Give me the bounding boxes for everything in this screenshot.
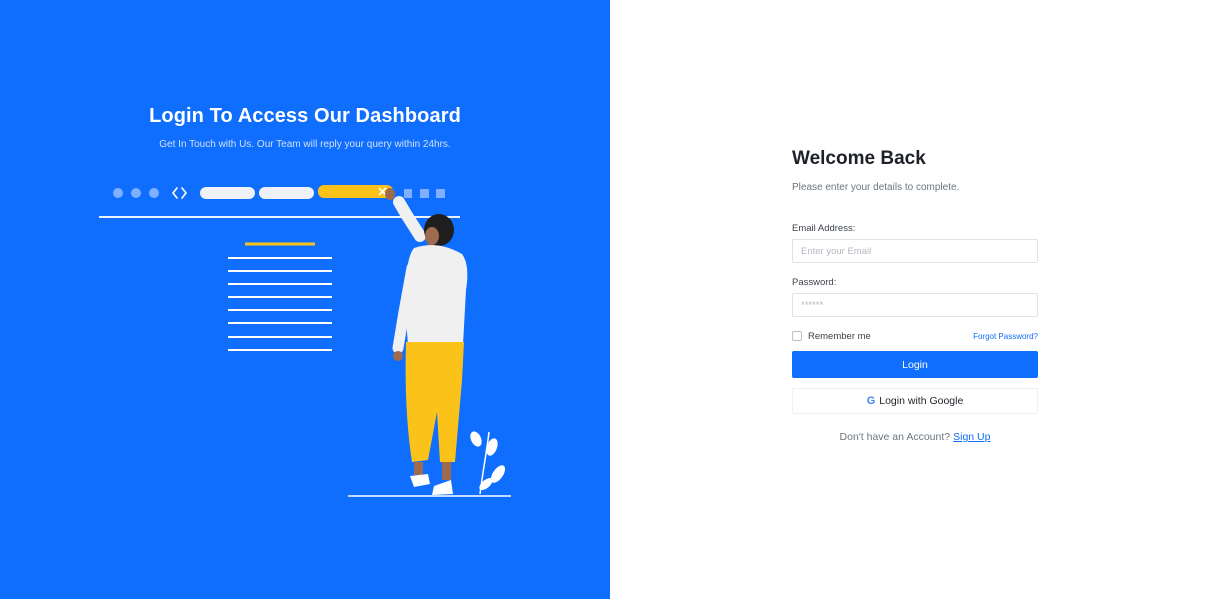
google-login-button[interactable]: G Login with Google	[792, 388, 1038, 414]
forgot-password-link[interactable]: Forgot Password?	[973, 332, 1038, 341]
form-options-row: Remember me Forgot Password?	[792, 330, 1038, 342]
password-label: Password:	[792, 277, 837, 288]
google-login-label: Login with Google	[879, 395, 964, 407]
plant-graphic	[470, 431, 506, 495]
page-subtitle: Please enter your details to complete.	[792, 182, 960, 193]
browser-square	[436, 189, 445, 198]
window-dot	[113, 188, 123, 198]
document-lines-graphic	[228, 242, 332, 351]
person-figure	[385, 188, 468, 495]
browser-square	[404, 189, 412, 198]
code-brackets-icon	[171, 187, 188, 199]
window-dot	[131, 188, 141, 198]
page-title: Welcome Back	[792, 148, 926, 169]
left-hero-panel: Login To Access Our Dashboard Get In Tou…	[0, 0, 610, 599]
remember-label: Remember me	[808, 330, 871, 342]
remember-checkbox[interactable]	[792, 331, 802, 341]
google-icon: G	[866, 395, 876, 407]
login-panel: Welcome Back Please enter your details t…	[610, 0, 1220, 599]
login-button[interactable]: Login	[792, 351, 1038, 378]
password-field[interactable]	[792, 293, 1038, 317]
login-form: Welcome Back Please enter your details t…	[792, 148, 1038, 443]
signup-prompt: Don't have an Account?	[839, 431, 951, 443]
browser-square	[420, 189, 429, 198]
signup-link[interactable]: Sign Up	[953, 431, 990, 443]
remember-me-toggle[interactable]: Remember me	[792, 331, 871, 342]
person-browser-illustration	[99, 185, 511, 497]
browser-tab-pill	[259, 187, 314, 199]
signup-row: Don't have an Account? Sign Up	[792, 431, 1038, 443]
email-label: Email Address:	[792, 223, 856, 234]
browser-tab-pill	[200, 187, 255, 199]
email-field[interactable]	[792, 239, 1038, 263]
window-dot	[149, 188, 159, 198]
